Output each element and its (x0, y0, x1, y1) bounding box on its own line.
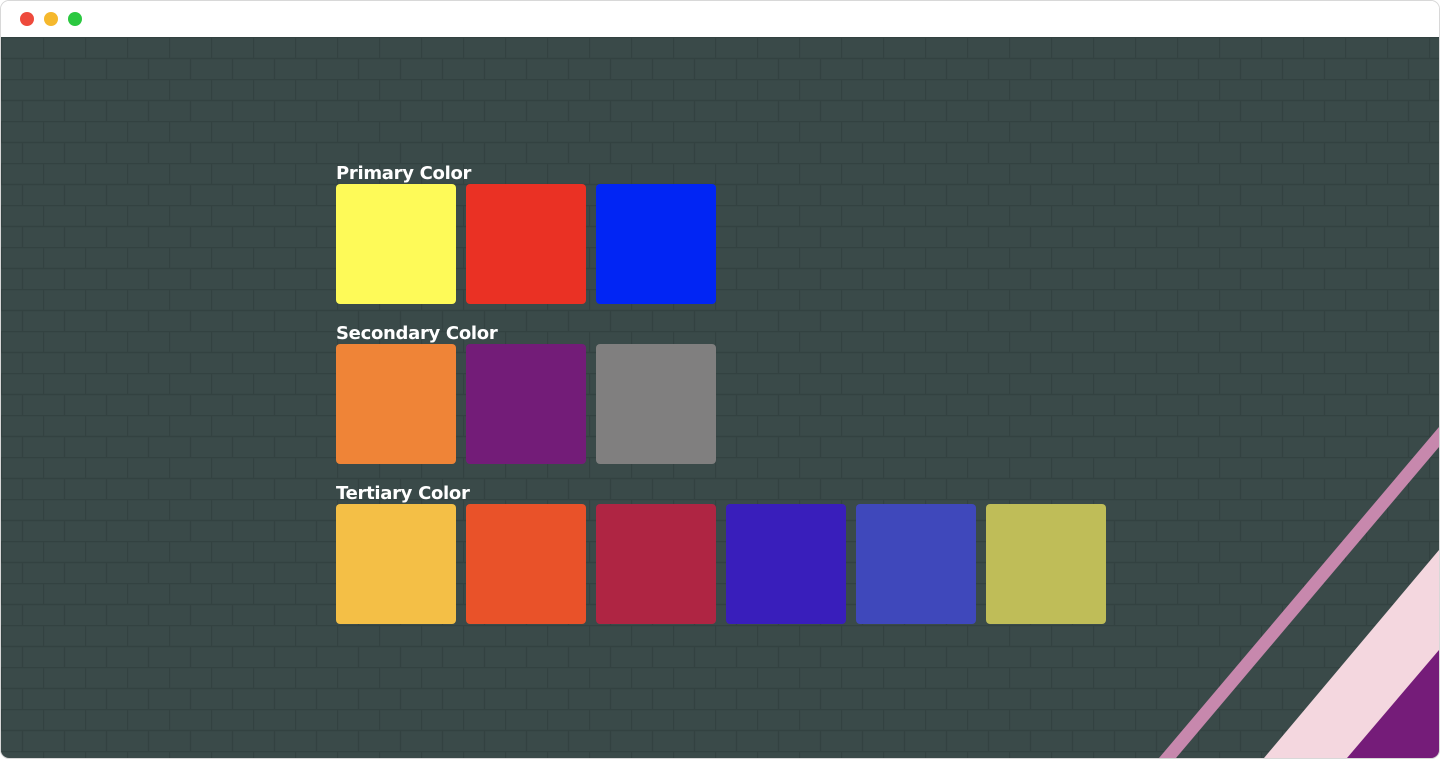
color-swatch (336, 184, 456, 304)
swatch-row (336, 504, 1106, 624)
group-title: Tertiary Color (336, 483, 470, 504)
browser-window: Primary Color Secondary Color Tertiary C… (1, 1, 1439, 758)
group-title: Secondary Color (336, 323, 498, 344)
swatch-row (336, 344, 1106, 464)
color-swatch (986, 504, 1106, 624)
close-window-button[interactable] (20, 12, 34, 26)
minimize-window-button[interactable] (44, 12, 58, 26)
page-content: Primary Color Secondary Color Tertiary C… (1, 37, 1439, 758)
color-palette: Primary Color Secondary Color Tertiary C… (336, 163, 1106, 624)
color-swatch (596, 344, 716, 464)
color-swatch (466, 504, 586, 624)
color-swatch (466, 344, 586, 464)
palette-group-primary: Primary Color (336, 163, 1106, 304)
color-swatch (596, 184, 716, 304)
maximize-window-button[interactable] (68, 12, 82, 26)
color-swatch (856, 504, 976, 624)
color-swatch (336, 504, 456, 624)
group-title: Primary Color (336, 163, 472, 184)
color-swatch (336, 344, 456, 464)
color-swatch (726, 504, 846, 624)
palette-group-tertiary: Tertiary Color (336, 483, 1106, 624)
color-swatch (466, 184, 586, 304)
color-swatch (596, 504, 716, 624)
swatch-row (336, 184, 1106, 304)
window-titlebar (1, 1, 1439, 37)
palette-group-secondary: Secondary Color (336, 323, 1106, 464)
